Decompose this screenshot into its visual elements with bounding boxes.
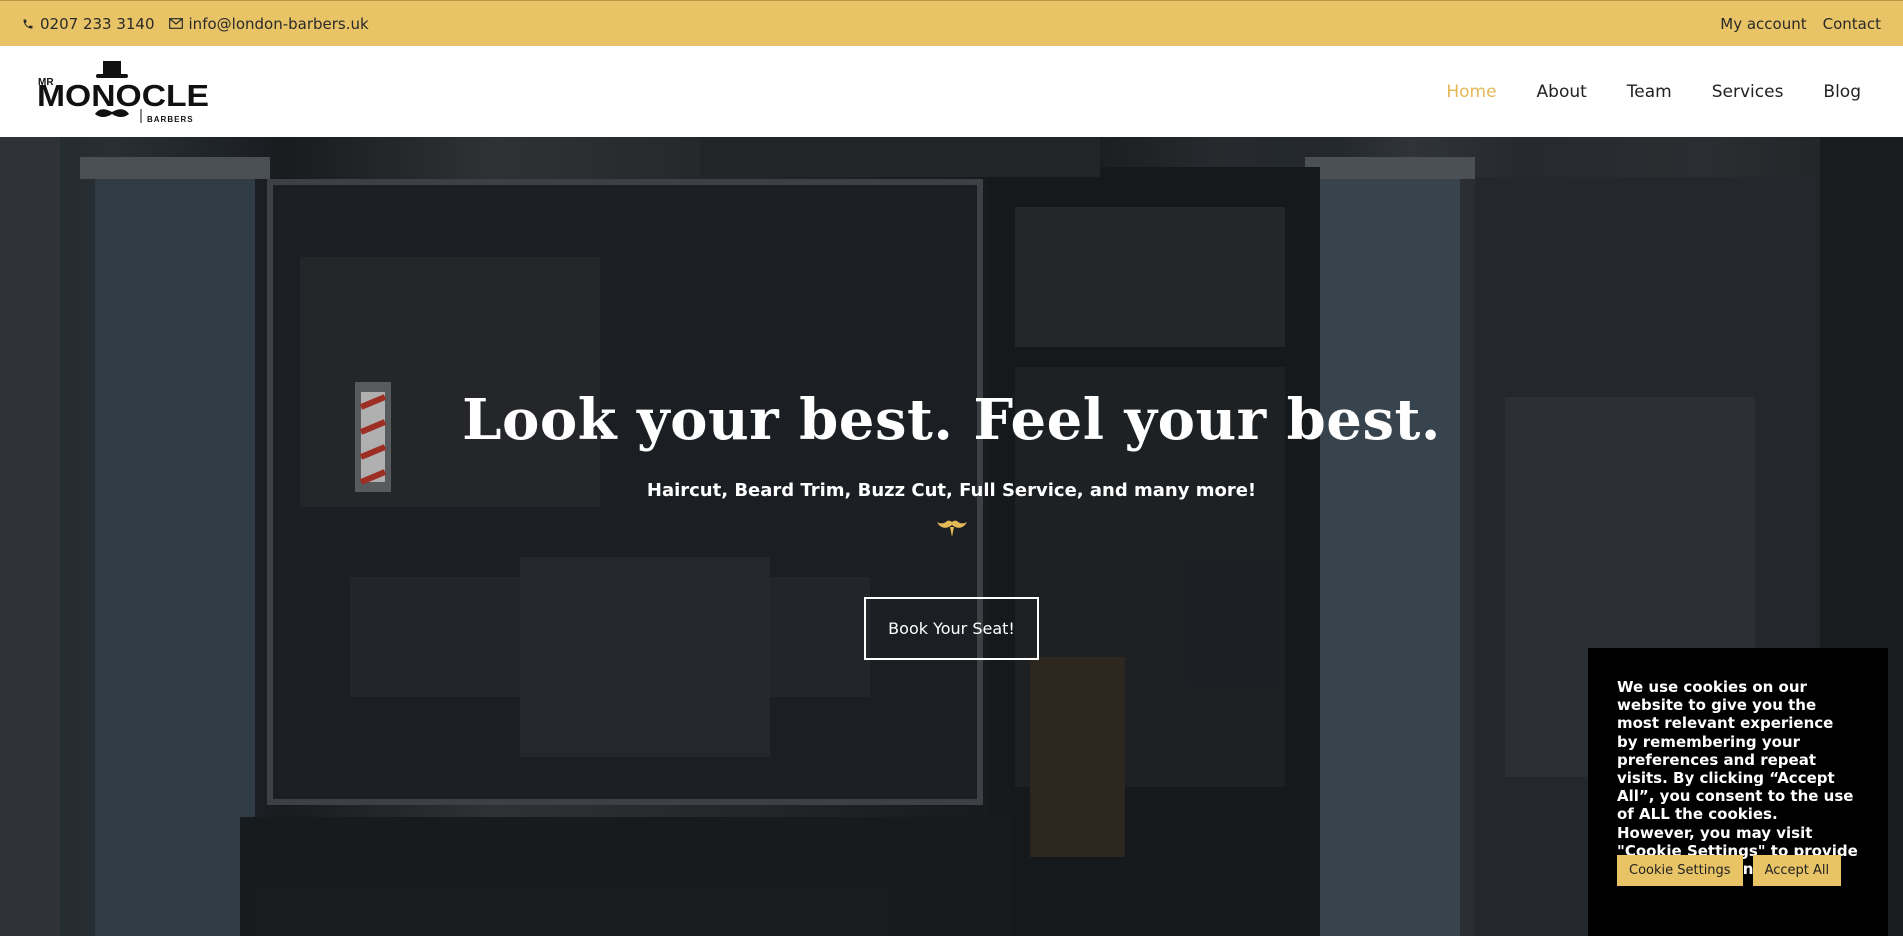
nav-about[interactable]: About <box>1517 46 1607 137</box>
nav-team[interactable]: Team <box>1607 46 1692 137</box>
top-contact-bar: 0207 233 3140 info@london-barbers.uk My … <box>0 0 1903 46</box>
topbar-links: My account Contact <box>1704 15 1881 33</box>
book-your-seat-button[interactable]: Book Your Seat! <box>864 597 1039 660</box>
svg-text:MONOCLE: MONOCLE <box>37 78 209 113</box>
nav-home[interactable]: Home <box>1426 46 1517 140</box>
email-address: info@london-barbers.uk <box>188 14 369 33</box>
mr-monocle-logo: MR MONOCLE BARBERS <box>37 61 209 124</box>
cookie-actions: Cookie Settings Accept All <box>1617 855 1842 886</box>
cookie-settings-button[interactable]: Cookie Settings <box>1617 855 1743 886</box>
contact-info: 0207 233 3140 info@london-barbers.uk <box>22 15 383 33</box>
phone-icon <box>22 18 34 30</box>
phone-number: 0207 233 3140 <box>40 14 155 33</box>
main-navigation: Home About Team Services Blog <box>1426 46 1881 140</box>
cookie-consent-banner: We use cookies on our website to give yo… <box>1588 648 1888 936</box>
site-logo[interactable]: MR MONOCLE BARBERS <box>37 60 212 124</box>
phone-contact[interactable]: 0207 233 3140 <box>22 15 155 33</box>
hero-heading: Look your best. Feel your best. <box>462 387 1441 453</box>
my-account-link[interactable]: My account <box>1720 15 1806 33</box>
nav-services[interactable]: Services <box>1692 46 1804 137</box>
cookie-consent-text: We use cookies on our website to give yo… <box>1617 678 1858 878</box>
site-header: MR MONOCLE BARBERS Home About Team Servi… <box>0 46 1903 140</box>
hero-subheading: Haircut, Beard Trim, Buzz Cut, Full Serv… <box>646 480 1257 501</box>
email-contact[interactable]: info@london-barbers.uk <box>168 14 369 33</box>
accept-all-cookies-button[interactable]: Accept All <box>1752 855 1842 886</box>
contact-link[interactable]: Contact <box>1823 15 1881 33</box>
envelope-icon <box>168 18 183 29</box>
mustache-icon <box>937 520 967 537</box>
svg-text:BARBERS: BARBERS <box>147 115 194 124</box>
nav-blog[interactable]: Blog <box>1803 46 1881 137</box>
